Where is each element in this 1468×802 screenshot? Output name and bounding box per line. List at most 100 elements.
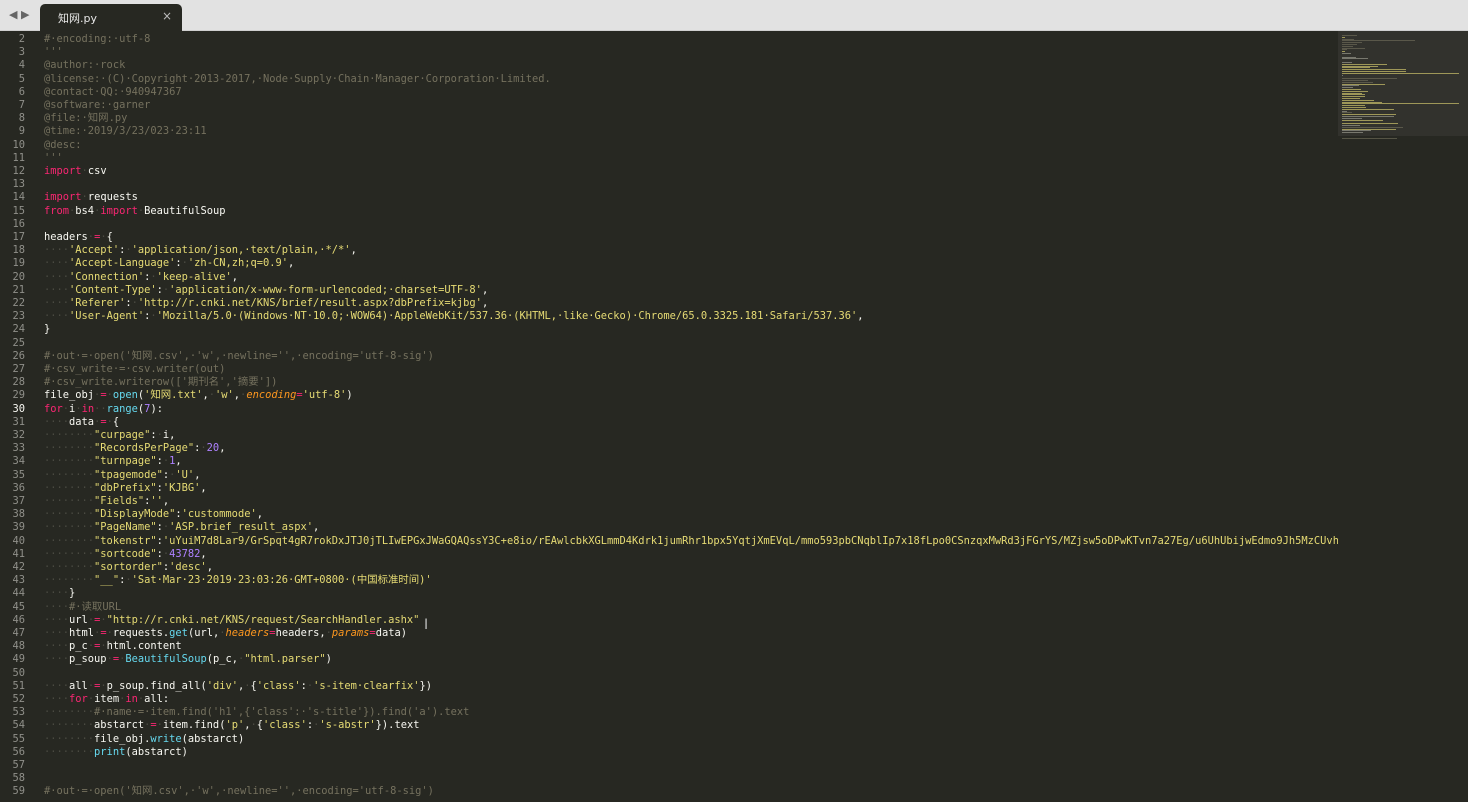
- code-editor[interactable]: 2 #·encoding:·utf-8 3 ''' 4 @author:·rock 5 @li…: [0, 31, 1338, 802]
- code-line[interactable]: 23 ····'User-Agent':·'Mozilla/5.0·(Window…: [0, 310, 1338, 323]
- code-line[interactable]: 12 import·csv: [0, 165, 1338, 178]
- line-number: 28: [12, 376, 25, 389]
- code-line[interactable]: 32 ········"curpage":·i,: [0, 429, 1338, 442]
- code-line[interactable]: 51 ····all·=·p_soup.find_all('div',·{'cla…: [0, 680, 1338, 693]
- code-line[interactable]: 13: [0, 178, 1338, 191]
- code-line[interactable]: 15 from·bs4·import·BeautifulSoup: [0, 205, 1338, 218]
- code-line[interactable]: 18 ····'Accept':·'application/json,·text/…: [0, 244, 1338, 257]
- code-line[interactable]: 20 ····'Connection':·'keep-alive',: [0, 271, 1338, 284]
- code-line[interactable]: 25: [0, 337, 1338, 350]
- code-text: import·requests: [44, 191, 138, 204]
- code-line[interactable]: 57: [0, 759, 1338, 772]
- code-line[interactable]: 16: [0, 218, 1338, 231]
- line-number: 50: [12, 666, 25, 679]
- line-number: 52: [12, 693, 25, 705]
- code-line[interactable]: 7 @software:·garner: [0, 99, 1338, 112]
- line-number: 29: [12, 389, 25, 402]
- code-line[interactable]: 22 ····'Referer':·'http://r.cnki.net/KNS/…: [0, 297, 1338, 310]
- code-line[interactable]: 27 #·csv_write·=·csv.writer(out): [0, 363, 1338, 376]
- code-line[interactable]: 46 ····url·=·"http://r.cnki.net/KNS/reque…: [0, 614, 1338, 627]
- code-text: ········"PageName":·'ASP.brief_result_as…: [44, 521, 320, 534]
- code-line[interactable]: 59 #·out·=·open('知网.csv',·'w',·newline=''…: [0, 785, 1338, 798]
- line-number: 14: [12, 191, 25, 204]
- line-number: 51: [12, 679, 25, 692]
- code-line[interactable]: 21 ····'Content-Type':·'application/x-www…: [0, 284, 1338, 297]
- code-line[interactable]: 8 @file:·知网.py: [0, 112, 1338, 125]
- line-number: 2: [18, 33, 25, 45]
- code-line[interactable]: 39 ········"PageName":·'ASP.brief_result_…: [0, 521, 1338, 534]
- code-line[interactable]: 11 ''': [0, 152, 1338, 165]
- code-line[interactable]: 42 ········"sortorder":'desc',: [0, 561, 1338, 574]
- code-line[interactable]: 5 @license:·(C)·Copyright·2013-2017,·Node…: [0, 73, 1338, 86]
- code-line[interactable]: 45 ····#·读取URL: [0, 601, 1338, 614]
- code-line[interactable]: 41 ········"sortcode":·43782,: [0, 548, 1338, 561]
- code-text: ····'Accept':·'application/json,·text/pl…: [44, 244, 357, 257]
- code-line[interactable]: 47 ····html·=·requests.get(url,·headers=h…: [0, 627, 1338, 640]
- code-line[interactable]: 56 ········print(abstarct): [0, 746, 1338, 759]
- code-line[interactable]: 33 ········"RecordsPerPage":·20,: [0, 442, 1338, 455]
- close-icon[interactable]: ×: [162, 9, 172, 23]
- code-text: ········"DisplayMode":'custommode',: [44, 508, 263, 521]
- code-line[interactable]: 43 ········"__":·'Sat·Mar·23·2019·23:03:2…: [0, 574, 1338, 587]
- line-number: 49: [12, 653, 25, 666]
- code-line[interactable]: 50: [0, 667, 1338, 680]
- line-number: 32: [12, 429, 25, 441]
- line-number: 22: [12, 297, 25, 309]
- code-line[interactable]: 30 for·i·in··range(7):: [0, 403, 1338, 416]
- code-line[interactable]: 52 ····for·item·in·all:: [0, 693, 1338, 706]
- forward-arrow-icon[interactable]: ▶: [21, 8, 29, 21]
- code-line[interactable]: 3 ''': [0, 46, 1338, 59]
- line-number: 8: [18, 112, 25, 125]
- code-text: #·csv_write.writerow(['期刊名','摘要']): [44, 376, 278, 389]
- code-line[interactable]: 26 #·out·=·open('知网.csv',·'w',·newline=''…: [0, 350, 1338, 363]
- code-line[interactable]: 4 @author:·rock: [0, 59, 1338, 72]
- code-line[interactable]: 48 ····p_c·=·html.content: [0, 640, 1338, 653]
- code-line[interactable]: 10 @desc:: [0, 139, 1338, 152]
- code-line[interactable]: 9 @time:·2019/3/23/023·23:11: [0, 125, 1338, 138]
- line-number: 40: [12, 534, 25, 547]
- code-line[interactable]: 31 ····data·=·{: [0, 416, 1338, 429]
- code-line[interactable]: 58: [0, 772, 1338, 785]
- minimap-line: [1342, 137, 1397, 139]
- code-text: @contact·QQ:·940947367: [44, 85, 182, 98]
- code-line[interactable]: 55 ········file_obj.write(abstarct): [0, 733, 1338, 746]
- code-text: from·bs4·import·BeautifulSoup: [44, 204, 226, 217]
- code-line[interactable]: 53 ········#·name·=·item.find('h1',{'clas…: [0, 706, 1338, 719]
- minimap-line: [1342, 74, 1343, 76]
- code-text: @author:·rock: [44, 59, 126, 72]
- line-number: 45: [12, 600, 25, 613]
- code-text: #·out·=·open('知网.csv',·'w',·newline='',·…: [44, 349, 434, 362]
- code-line[interactable]: 29 file_obj·=·open('知网.txt',·'w',·encodin…: [0, 389, 1338, 402]
- code-text: ····p_c·=·html.content: [44, 640, 182, 653]
- code-line[interactable]: 49 ····p_soup·=·BeautifulSoup(p_c,·"html.…: [0, 653, 1338, 666]
- code-line[interactable]: 35 ········"tpagemode":·'U',: [0, 469, 1338, 482]
- minimap[interactable]: [1338, 31, 1468, 802]
- line-number: 13: [12, 178, 25, 191]
- code-line[interactable]: 19 ····'Accept-Language':·'zh-CN,zh;q=0.9…: [0, 257, 1338, 270]
- code-text: ········"sortorder":'desc',: [44, 561, 213, 573]
- code-line[interactable]: 54 ········abstarct·=·item.find('p',·{'cl…: [0, 719, 1338, 732]
- code-line[interactable]: 6 @contact·QQ:·940947367: [0, 86, 1338, 99]
- line-number: 44: [12, 587, 25, 600]
- line-number: 48: [12, 640, 25, 653]
- code-line[interactable]: 17 headers·=·{: [0, 231, 1338, 244]
- code-line[interactable]: 28 #·csv_write.writerow(['期刊名','摘要']): [0, 376, 1338, 389]
- code-line[interactable]: 40 ········"tokenstr":'uYuiM7d8Lar9/GrSpq…: [0, 535, 1338, 548]
- line-number: 21: [12, 283, 25, 296]
- code-line[interactable]: 36 ········"dbPrefix":'KJBG',: [0, 482, 1338, 495]
- line-number: 30: [12, 402, 25, 415]
- code-text: ····'User-Agent':·'Mozilla/5.0·(Windows·…: [44, 310, 864, 323]
- tab-file[interactable]: 知网.py ×: [40, 4, 182, 31]
- code-line[interactable]: 24}: [0, 323, 1338, 336]
- code-line[interactable]: 34 ········"turnpage":·1,: [0, 455, 1338, 468]
- code-line[interactable]: 44 ····}: [0, 587, 1338, 600]
- code-line[interactable]: 14 import·requests: [0, 191, 1338, 204]
- line-number: 11: [12, 151, 25, 164]
- code-text: @software:·garner: [44, 99, 151, 111]
- code-line[interactable]: 2 #·encoding:·utf-8: [0, 33, 1338, 46]
- code-text: headers·=·{: [44, 231, 113, 243]
- code-line[interactable]: 38 ········"DisplayMode":'custommode',: [0, 508, 1338, 521]
- code-text: #·encoding:·utf-8: [44, 33, 151, 45]
- code-line[interactable]: 37 ········"Fields":'',: [0, 495, 1338, 508]
- back-arrow-icon[interactable]: ◀: [9, 8, 17, 21]
